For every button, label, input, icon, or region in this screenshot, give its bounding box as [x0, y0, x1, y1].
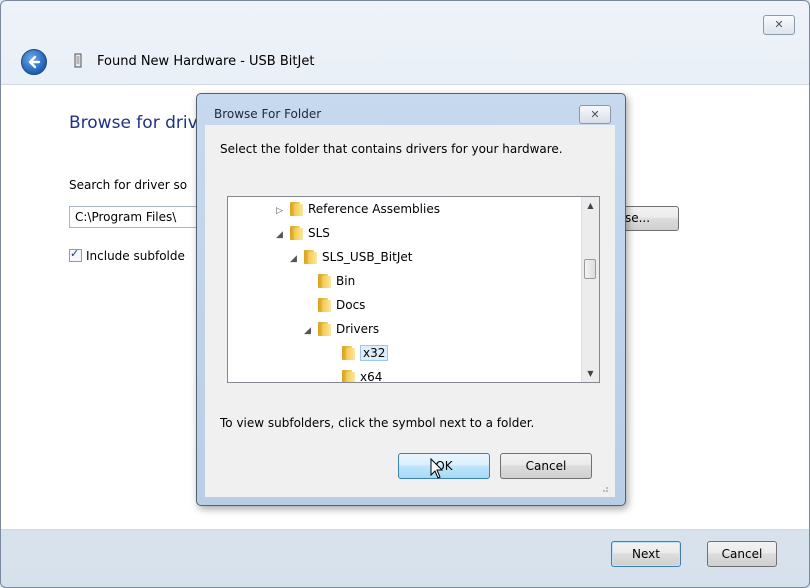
- folder-icon: [340, 346, 356, 360]
- mouse-cursor-icon: [430, 458, 444, 479]
- expand-toggle-icon[interactable]: ▷: [276, 201, 288, 221]
- wizard-cancel-button[interactable]: Cancel: [707, 541, 777, 567]
- folder-label: x32: [360, 345, 389, 361]
- include-subfolders-label: Include subfolde: [86, 249, 185, 263]
- dialog-cancel-button[interactable]: Cancel: [500, 453, 592, 479]
- window-title: Found New Hardware - USB BitJet: [97, 54, 315, 69]
- folder-icon: [316, 322, 332, 336]
- search-location-label: Search for driver so: [69, 178, 188, 192]
- dialog-title: Browse For Folder: [214, 107, 322, 121]
- folder-icon: [340, 370, 356, 382]
- checkbox-checked-icon[interactable]: [69, 247, 82, 262]
- folder-label: SLS: [308, 226, 330, 240]
- folder-tree-item[interactable]: ◢ SLS_USB_BitJet: [290, 247, 412, 267]
- scroll-up-arrow-icon[interactable]: ▲: [582, 197, 599, 214]
- folder-label: x64: [360, 370, 383, 383]
- folder-tree-item[interactable]: Docs: [304, 295, 365, 315]
- folder-icon: [316, 298, 332, 312]
- expand-toggle-icon[interactable]: ◢: [304, 321, 316, 341]
- ok-button[interactable]: OK: [398, 453, 490, 479]
- window-close-button[interactable]: ✕: [763, 15, 795, 35]
- folder-label: Bin: [336, 274, 356, 288]
- hardware-icon: [74, 53, 82, 68]
- folder-tree-item[interactable]: x64: [328, 367, 383, 383]
- folder-label: Reference Assemblies: [308, 202, 440, 216]
- back-button[interactable]: [21, 49, 47, 75]
- dialog-hint: To view subfolders, click the symbol nex…: [220, 416, 535, 430]
- resize-grip-icon[interactable]: [599, 483, 609, 493]
- expand-toggle-icon[interactable]: ◢: [290, 249, 302, 269]
- folder-icon: [302, 250, 318, 264]
- folder-tree-item[interactable]: ▷ Reference Assemblies: [276, 199, 440, 219]
- dialog-instruction: Select the folder that contains drivers …: [220, 142, 563, 156]
- next-button[interactable]: Next: [611, 541, 681, 567]
- folder-tree-item[interactable]: x32: [328, 343, 389, 363]
- browse-for-folder-dialog: Browse For Folder ✕ Select the folder th…: [196, 93, 626, 506]
- folder-icon: [316, 274, 332, 288]
- scroll-thumb[interactable]: [584, 259, 596, 279]
- folder-label: SLS_USB_BitJet: [322, 250, 413, 264]
- folder-icon: [288, 202, 304, 216]
- folder-label: Drivers: [336, 322, 380, 336]
- dialog-body: Select the folder that contains drivers …: [205, 125, 615, 497]
- folder-tree-item[interactable]: ◢ SLS: [276, 223, 330, 243]
- tree-scrollbar[interactable]: ▲ ▼: [581, 197, 599, 382]
- folder-tree[interactable]: ▷ Reference Assemblies ◢ SLS ◢ SLS_USB_BitJet…: [227, 196, 600, 383]
- back-arrow-icon: [28, 55, 41, 69]
- page-heading: Browse for driv: [69, 113, 198, 133]
- expand-toggle-icon[interactable]: ◢: [276, 225, 288, 245]
- folder-tree-item[interactable]: Bin: [304, 271, 355, 291]
- folder-label: Docs: [336, 298, 366, 312]
- dialog-close-button[interactable]: ✕: [579, 105, 611, 124]
- include-subfolders-checkbox[interactable]: Include subfolde: [69, 247, 185, 263]
- scroll-down-arrow-icon[interactable]: ▼: [582, 365, 599, 382]
- folder-icon: [288, 226, 304, 240]
- folder-tree-item[interactable]: ◢ Drivers: [304, 319, 379, 339]
